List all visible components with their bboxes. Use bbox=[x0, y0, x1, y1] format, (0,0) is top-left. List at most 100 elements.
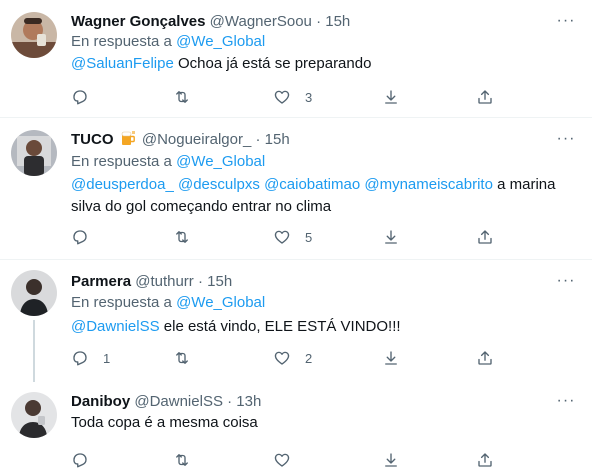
action-bar: 3 bbox=[71, 87, 501, 107]
reply-to-link[interactable]: @We_Global bbox=[176, 153, 265, 170]
share-button[interactable] bbox=[476, 227, 494, 247]
mention-link[interactable]: @DawnielSS bbox=[71, 318, 160, 335]
action-bar: 5 bbox=[71, 227, 501, 247]
retweet-icon bbox=[173, 88, 191, 106]
beer-emoji-icon bbox=[121, 131, 135, 145]
like-button[interactable]: 3 bbox=[273, 87, 312, 107]
tweet[interactable]: Daniboy @DawnielSS · 13h ··· Toda copa é… bbox=[0, 382, 592, 475]
avatar[interactable] bbox=[11, 270, 57, 316]
separator-dot: · bbox=[316, 13, 322, 30]
tweet-text: @deusperdoa_ @desculpxs @caiobatimao @my… bbox=[71, 174, 571, 218]
avatar-image bbox=[11, 130, 57, 176]
retweet-icon bbox=[173, 228, 191, 246]
share-button[interactable] bbox=[476, 450, 494, 470]
separator-dot: · bbox=[197, 273, 203, 290]
tweet[interactable]: TUCO @Nogueiralgor_ · 15h ··· En respues… bbox=[0, 118, 592, 260]
timestamp[interactable]: 15h bbox=[325, 13, 350, 30]
author-handle[interactable]: @Nogueiralgor_ bbox=[142, 131, 251, 148]
share-button[interactable] bbox=[476, 348, 494, 368]
reply-to-link[interactable]: @We_Global bbox=[176, 33, 265, 50]
download-button[interactable] bbox=[382, 227, 400, 247]
retweet-icon bbox=[173, 451, 191, 469]
more-icon[interactable]: ··· bbox=[554, 13, 578, 34]
retweet-button[interactable] bbox=[173, 348, 205, 368]
download-button[interactable] bbox=[382, 348, 400, 368]
heart-icon bbox=[273, 228, 291, 246]
reply-icon bbox=[71, 451, 89, 469]
author-name[interactable]: Daniboy bbox=[71, 393, 130, 410]
retweet-icon bbox=[173, 349, 191, 367]
mention-link[interactable]: @SaluanFelipe bbox=[71, 55, 174, 72]
author-name[interactable]: TUCO bbox=[71, 131, 114, 148]
download-icon bbox=[382, 228, 400, 246]
avatar[interactable] bbox=[11, 130, 57, 176]
author-name[interactable]: Parmera bbox=[71, 273, 131, 290]
timestamp[interactable]: 15h bbox=[207, 273, 232, 290]
tweet[interactable]: Wagner Gonçalves @WagnerSoou · 15h ··· E… bbox=[0, 0, 592, 118]
author-name[interactable]: Wagner Gonçalves bbox=[71, 13, 206, 30]
like-button[interactable] bbox=[273, 450, 291, 470]
tweet[interactable]: Parmera @tuthurr · 15h ··· En respuesta … bbox=[0, 260, 592, 382]
tweet-header: Wagner Gonçalves @WagnerSoou · 15h bbox=[71, 12, 350, 32]
download-button[interactable] bbox=[382, 450, 400, 470]
reply-button[interactable] bbox=[71, 87, 103, 107]
thread-connector bbox=[33, 320, 35, 382]
retweet-button[interactable] bbox=[173, 450, 191, 470]
separator-dot: · bbox=[227, 393, 233, 410]
share-button[interactable] bbox=[476, 87, 494, 107]
like-count: 5 bbox=[305, 229, 313, 245]
reply-prefix: En respuesta a bbox=[71, 33, 172, 50]
avatar[interactable] bbox=[11, 12, 57, 58]
reply-icon bbox=[71, 88, 89, 106]
tweet-text-content: Ochoa já está se preparando bbox=[177, 55, 372, 72]
author-handle[interactable]: @WagnerSoou bbox=[210, 13, 312, 30]
more-icon[interactable]: ··· bbox=[554, 131, 578, 152]
reply-count: 1 bbox=[103, 350, 111, 366]
reply-context: En respuesta a @We_Global bbox=[71, 293, 265, 313]
like-button[interactable]: 2 bbox=[273, 348, 312, 368]
author-handle[interactable]: @tuthurr bbox=[135, 273, 194, 290]
reply-to-link[interactable]: @We_Global bbox=[176, 294, 265, 311]
tweet-text: Toda copa é a mesma coisa bbox=[71, 412, 571, 434]
tweet-text-content: silva do gol começando entrar no clima bbox=[71, 198, 332, 215]
avatar-image bbox=[11, 392, 57, 438]
share-icon bbox=[476, 228, 494, 246]
tweet-text: @DawnielSS ele está vindo, ELE ESTÁ VIND… bbox=[71, 316, 571, 338]
avatar-image bbox=[11, 12, 57, 58]
retweet-button[interactable] bbox=[173, 87, 205, 107]
heart-icon bbox=[273, 349, 291, 367]
tweet-header: Daniboy @DawnielSS · 13h bbox=[71, 392, 261, 412]
avatar[interactable] bbox=[11, 392, 57, 438]
timestamp[interactable]: 15h bbox=[265, 131, 290, 148]
timestamp[interactable]: 13h bbox=[236, 393, 261, 410]
reply-button[interactable] bbox=[71, 227, 103, 247]
reply-prefix: En respuesta a bbox=[71, 294, 172, 311]
more-icon[interactable]: ··· bbox=[554, 393, 578, 414]
reply-context: En respuesta a @We_Global bbox=[71, 152, 265, 172]
tweet-text-content: a marina bbox=[497, 176, 556, 193]
reply-icon bbox=[71, 349, 89, 367]
mention-links[interactable]: @deusperdoa_ @desculpxs @caiobatimao @my… bbox=[71, 176, 493, 193]
author-handle[interactable]: @DawnielSS bbox=[134, 393, 223, 410]
share-icon bbox=[476, 349, 494, 367]
more-icon[interactable]: ··· bbox=[554, 273, 578, 294]
action-bar bbox=[71, 450, 501, 470]
heart-icon bbox=[273, 88, 291, 106]
reply-icon bbox=[71, 228, 89, 246]
download-button[interactable] bbox=[382, 87, 400, 107]
like-button[interactable]: 5 bbox=[273, 227, 312, 247]
reply-button[interactable]: 1 bbox=[71, 348, 110, 368]
like-count: 2 bbox=[305, 350, 313, 366]
heart-icon bbox=[273, 451, 291, 469]
avatar-image bbox=[11, 270, 57, 316]
tweet-header: Parmera @tuthurr · 15h bbox=[71, 272, 232, 292]
download-icon bbox=[382, 88, 400, 106]
tweet-text-content: Toda copa é a mesma coisa bbox=[71, 414, 258, 431]
reply-context: En respuesta a @We_Global bbox=[71, 32, 265, 52]
reply-button[interactable] bbox=[71, 450, 89, 470]
retweet-button[interactable] bbox=[173, 227, 205, 247]
tweet-text-content: ele está vindo, ELE ESTÁ VINDO!!! bbox=[163, 318, 401, 335]
action-bar: 1 2 bbox=[71, 348, 501, 368]
tweet-text: @SaluanFelipe Ochoa já está se preparand… bbox=[71, 53, 571, 75]
download-icon bbox=[382, 451, 400, 469]
